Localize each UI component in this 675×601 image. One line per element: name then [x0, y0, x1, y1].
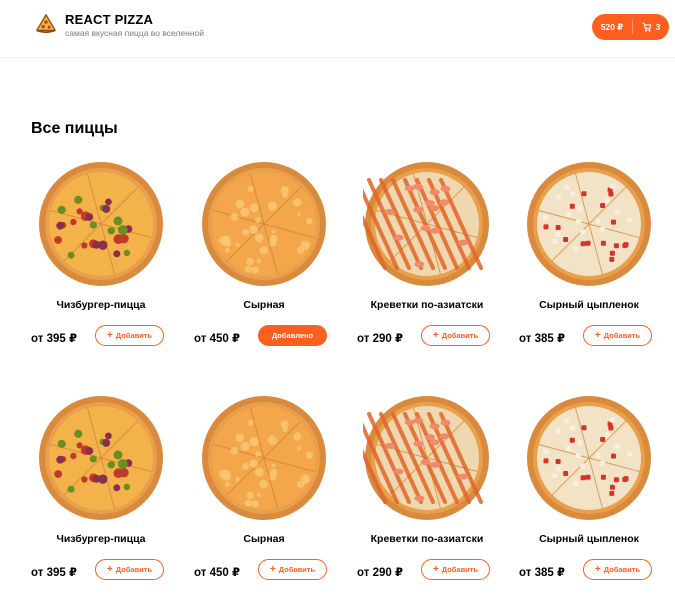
cart-icon: [641, 22, 651, 32]
cart-count: 3: [655, 22, 661, 32]
pizza-name: Чизбургер-пицца: [56, 533, 146, 545]
pizza-card: Креветки по-азиатски от 290 ₽ + Добавить: [357, 160, 507, 370]
add-button-label: Добавить: [441, 331, 479, 340]
pizza-card: Чизбургер-пицца от 395 ₽ + Добавить: [31, 394, 181, 601]
pizza-price: от 395 ₽: [31, 333, 77, 345]
pizza-image[interactable]: [37, 160, 165, 288]
header: REACT PIZZA самая вкусная пицца во вселе…: [0, 0, 675, 58]
pizza-image[interactable]: [525, 394, 653, 522]
add-button[interactable]: + Добавить: [421, 325, 490, 346]
pizza-price: от 290 ₽: [357, 333, 403, 345]
add-button[interactable]: + Добавить: [95, 325, 164, 346]
pizza-image[interactable]: [200, 394, 328, 522]
brand-title[interactable]: REACT PIZZA: [65, 12, 153, 27]
add-button-label: Добавить: [603, 331, 641, 340]
pizza-price: от 385 ₽: [519, 567, 565, 579]
pizza-name: Чизбургер-пицца: [56, 299, 146, 311]
pizza-image[interactable]: [363, 394, 491, 522]
plus-icon: +: [594, 329, 601, 341]
pizza-name: Сырный цыпленок: [539, 533, 639, 545]
add-button[interactable]: + Добавить: [583, 325, 652, 346]
add-button-label: Добавить: [441, 565, 479, 574]
pizza-card: Сырный цыпленок от 385 ₽ + Добавить: [519, 160, 669, 370]
pizza-name: Сырная: [243, 533, 285, 545]
pizza-card: Чизбургер-пицца от 395 ₽ + Добавить: [31, 160, 181, 370]
brand-subtitle: самая вкусная пицца во вселенной: [65, 28, 204, 38]
pizza-name: Сырный цыпленок: [539, 299, 639, 311]
pizza-price: от 395 ₽: [31, 567, 77, 579]
pizza-image[interactable]: [363, 160, 491, 288]
add-button-label: Добавлено: [271, 331, 314, 340]
pizza-image[interactable]: [200, 160, 328, 288]
added-button[interactable]: +Добавлено: [258, 325, 327, 346]
add-button-label: Добавить: [115, 331, 153, 340]
plus-icon: +: [432, 563, 439, 575]
pizza-name: Креветки по-азиатски: [370, 299, 484, 311]
add-button-label: Добавить: [603, 565, 641, 574]
pizza-price: от 450 ₽: [194, 567, 240, 579]
add-button-label: Добавить: [278, 565, 316, 574]
pizza-card: Сырная от 450 ₽ + Добавить: [194, 394, 344, 601]
pizza-logo-icon[interactable]: [35, 12, 57, 34]
pizza-price: от 450 ₽: [194, 333, 240, 345]
pizza-image[interactable]: [525, 160, 653, 288]
add-button-label: Добавить: [115, 565, 153, 574]
add-button[interactable]: + Добавить: [421, 559, 490, 580]
pizza-card: Сырный цыпленок от 385 ₽ + Добавить: [519, 394, 669, 601]
plus-icon: +: [106, 563, 113, 575]
cart-button[interactable]: 520 ₽ 3: [592, 14, 669, 40]
plus-icon: +: [432, 329, 439, 341]
add-button[interactable]: + Добавить: [583, 559, 652, 580]
section-title: Все пиццы: [31, 120, 118, 137]
pizza-name: Сырная: [243, 299, 285, 311]
plus-icon: +: [106, 329, 113, 341]
pizza-card: Креветки по-азиатски от 290 ₽ + Добавить: [357, 394, 507, 601]
plus-icon: +: [594, 563, 601, 575]
add-button[interactable]: + Добавить: [95, 559, 164, 580]
pizza-card: Сырная от 450 ₽ +Добавлено: [194, 160, 344, 370]
add-button[interactable]: + Добавить: [258, 559, 327, 580]
pizza-price: от 385 ₽: [519, 333, 565, 345]
plus-icon: +: [269, 563, 276, 575]
pizza-name: Креветки по-азиатски: [370, 533, 484, 545]
cart-total-price: 520 ₽: [600, 21, 624, 32]
pizza-image[interactable]: [37, 394, 165, 522]
pizza-price: от 290 ₽: [357, 567, 403, 579]
